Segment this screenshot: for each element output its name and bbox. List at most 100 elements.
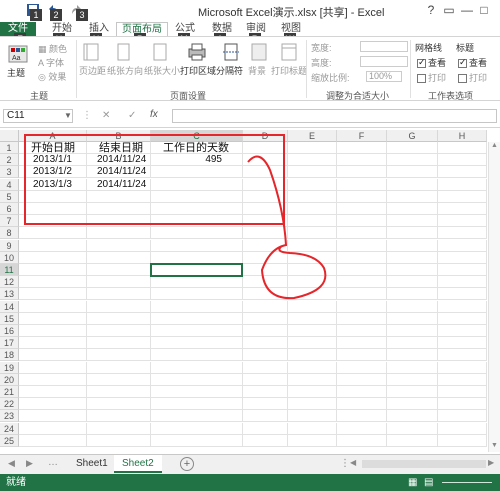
background-icon[interactable] [251, 43, 267, 63]
cell-h4[interactable] [438, 178, 487, 191]
cell-h3[interactable] [438, 166, 487, 179]
row-header-17[interactable]: 17 [0, 337, 19, 350]
cell-b23[interactable] [87, 410, 151, 423]
cell-f14[interactable] [337, 300, 387, 313]
cell-h6[interactable] [438, 203, 487, 215]
insert-function-icon[interactable]: fx [150, 109, 158, 120]
zoom-slider[interactable] [442, 482, 492, 483]
size-button[interactable]: 纸张大小 [144, 64, 180, 77]
cell-d20[interactable] [243, 373, 288, 386]
cell-g15[interactable] [387, 312, 438, 325]
cell-b17[interactable] [87, 337, 151, 350]
row-header-11[interactable]: 11 [0, 264, 19, 276]
cell-g11[interactable] [387, 264, 438, 276]
selected-cell[interactable] [150, 263, 243, 278]
cell-h12[interactable] [438, 276, 487, 289]
cell-b11[interactable] [87, 264, 151, 276]
cell-f4[interactable] [337, 178, 387, 191]
row-header-8[interactable]: 8 [0, 227, 19, 240]
cell-c19[interactable] [151, 361, 243, 374]
cell-b21[interactable] [87, 386, 151, 398]
cell-f17[interactable] [337, 337, 387, 350]
cell-h1[interactable] [438, 142, 487, 154]
cell-f20[interactable] [337, 373, 387, 386]
size-icon[interactable] [152, 43, 168, 63]
cell-d18[interactable] [243, 349, 288, 362]
cell-g7[interactable] [387, 215, 438, 228]
cell-h2[interactable] [438, 154, 487, 167]
cell-h20[interactable] [438, 373, 487, 386]
cell-g9[interactable] [387, 239, 438, 252]
cell-c12[interactable] [151, 276, 243, 289]
cell-f19[interactable] [337, 361, 387, 374]
cell-b12[interactable] [87, 276, 151, 289]
vscroll-down-icon[interactable]: ▼ [491, 442, 498, 449]
cell-f9[interactable] [337, 239, 387, 252]
vertical-scrollbar[interactable]: ▲ ▼ [488, 142, 500, 452]
cell-g2[interactable] [387, 154, 438, 167]
cell-b19[interactable] [87, 361, 151, 374]
cell-c14[interactable] [151, 300, 243, 313]
cell-f10[interactable] [337, 251, 387, 264]
maximize-button[interactable]: □ [476, 2, 492, 18]
cell-d15[interactable] [243, 312, 288, 325]
headings-print-checkbox[interactable]: 打印 [458, 71, 487, 84]
cell-b18[interactable] [87, 349, 151, 362]
row-header-21[interactable]: 21 [0, 386, 19, 398]
width-select[interactable] [360, 41, 408, 52]
cell-b24[interactable] [87, 422, 151, 435]
cell-a24[interactable] [19, 422, 87, 435]
cell-h17[interactable] [438, 337, 487, 350]
cell-e23[interactable] [288, 410, 337, 423]
cell-h16[interactable] [438, 325, 487, 337]
name-box[interactable]: C11 [3, 109, 73, 123]
cell-f22[interactable] [337, 398, 387, 411]
cell-f1[interactable] [337, 142, 387, 154]
cell-g6[interactable] [387, 203, 438, 215]
cell-a9[interactable] [19, 239, 87, 252]
row-header-14[interactable]: 14 [0, 300, 19, 313]
cell-f23[interactable] [337, 410, 387, 423]
vscroll-up-icon[interactable]: ▲ [491, 142, 498, 149]
cell-g23[interactable] [387, 410, 438, 423]
cell-g25[interactable] [387, 434, 438, 447]
cell-a14[interactable] [19, 300, 87, 313]
cell-h11[interactable] [438, 264, 487, 276]
formula-input[interactable] [172, 109, 497, 123]
cell-h10[interactable] [438, 251, 487, 264]
row-header-2[interactable]: 2 [0, 154, 19, 167]
row-header-1[interactable]: 1 [0, 142, 19, 154]
cell-h21[interactable] [438, 386, 487, 398]
effects-button[interactable]: ◎ 效果 [38, 70, 66, 83]
cell-g3[interactable] [387, 166, 438, 179]
cell-b22[interactable] [87, 398, 151, 411]
cell-d22[interactable] [243, 398, 288, 411]
cell-f6[interactable] [337, 203, 387, 215]
cell-a8[interactable] [19, 227, 87, 240]
row-header-16[interactable]: 16 [0, 325, 19, 337]
cell-g18[interactable] [387, 349, 438, 362]
headings-view-checkbox[interactable]: 查看 [458, 56, 487, 69]
cell-d19[interactable] [243, 361, 288, 374]
zoom-input[interactable]: 100% [366, 71, 402, 82]
row-header-22[interactable]: 22 [0, 398, 19, 411]
cell-g17[interactable] [387, 337, 438, 350]
cell-a10[interactable] [19, 251, 87, 264]
cell-h25[interactable] [438, 434, 487, 447]
cell-h19[interactable] [438, 361, 487, 374]
cell-f7[interactable] [337, 215, 387, 228]
cell-a18[interactable] [19, 349, 87, 362]
cell-a15[interactable] [19, 312, 87, 325]
ribbon-display-icon[interactable]: ▭ [441, 2, 457, 18]
cell-f16[interactable] [337, 325, 387, 337]
row-header-13[interactable]: 13 [0, 288, 19, 301]
cell-b10[interactable] [87, 251, 151, 264]
row-header-15[interactable]: 15 [0, 312, 19, 325]
cell-d21[interactable] [243, 386, 288, 398]
row-header-25[interactable]: 25 [0, 434, 19, 447]
cell-e18[interactable] [288, 349, 337, 362]
cell-f8[interactable] [337, 227, 387, 240]
cell-c8[interactable] [151, 227, 243, 240]
cell-a11[interactable] [19, 264, 87, 276]
cell-d16[interactable] [243, 325, 288, 337]
